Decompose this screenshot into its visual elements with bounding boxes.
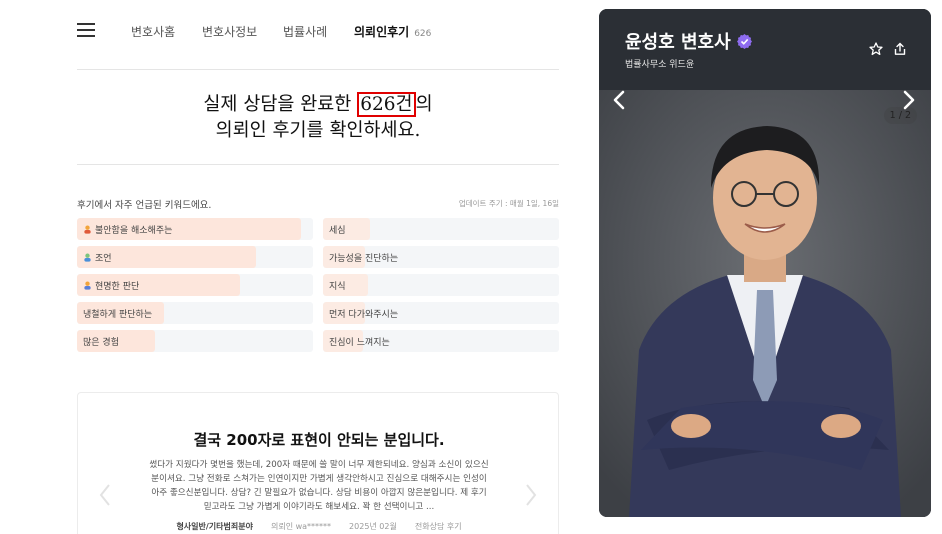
review-date: 2025년 02월 [349,522,397,531]
review-headline: 실제 상담을 완료한 626건 의 의뢰인 후기를 확인하세요. [77,92,559,144]
advisor-person-icon [84,253,91,262]
tab-legal-cases[interactable]: 법률사례 [283,23,327,40]
keyword-label: 불안함을 해소해주는 [83,223,172,236]
keyword-text: 먼저 다가와주시는 [329,310,399,320]
tab-lawyer-info[interactable]: 변호사정보 [202,23,257,40]
keyword-bar[interactable]: 현명한 판단 [77,274,313,296]
keyword-bar[interactable]: 지식 [323,274,559,296]
keyword-text: 많은 경험 [83,338,119,348]
divider [77,69,559,70]
tab-client-reviews[interactable]: 의뢰인후기 626 [354,23,431,40]
tab-label: 의뢰인후기 [354,25,410,39]
lawyer-portrait-image [599,90,931,517]
review-type: 전화상담 후기 [414,522,462,531]
keyword-text: 냉철하게 판단하는 [83,310,153,320]
chevron-left-icon[interactable] [98,483,112,507]
worried-person-icon [84,225,91,234]
keyword-text: 세심 [329,226,346,236]
keywords-title: 후기에서 자주 언급된 키워드에요. [77,200,212,211]
keyword-label: 조언 [83,251,112,264]
keyword-label: 먼저 다가와주시는 [329,307,398,320]
review-category: 형사일반/기타범죄분야 [176,522,253,531]
keyword-text: 지식 [329,282,346,292]
keyword-label: 진심이 느껴지는 [329,335,390,348]
review-body: 썼다가 지웠다가 몇번을 했는데, 200자 때문에 쓸 말이 너무 제한되네요… [149,460,489,512]
keywords-update-info: 업데이트 주기 : 매월 1일, 16일 [458,199,559,208]
keyword-bar[interactable]: 조언 [77,246,313,268]
chevron-left-icon[interactable] [612,90,626,110]
review-title: 결국 200자로 표현이 안되는 분입니다. [193,431,445,449]
headline-line-2: 의뢰인 후기를 확인하세요. [215,120,421,141]
review-card[interactable]: 결국 200자로 표현이 안되는 분입니다. 썼다가 지웠다가 몇번을 했는데,… [77,392,559,534]
review-count-badge: 626 [414,29,432,39]
chevron-right-icon[interactable] [524,483,538,507]
lawyer-profile-panel: 윤성호 변호사 법률사무소 위드윤 1 / 2 [599,9,931,517]
keyword-bar[interactable]: 세심 [323,218,559,240]
headline-line-1: 실제 상담을 완료한 626건 의 [77,92,559,118]
law-firm-name: 법률사무소 위드윤 [625,60,695,70]
keyword-label: 현명한 판단 [83,279,139,292]
review-count-highlight: 626건 [357,92,416,117]
lawyer-name: 윤성호 변호사 [625,28,752,54]
share-icon[interactable] [893,42,907,56]
menu-icon[interactable] [77,23,95,38]
keyword-text: 불안함을 해소해주는 [95,226,173,236]
lawyer-photo[interactable]: 1 / 2 [599,90,931,517]
review-author: 의뢰인 wa****** [270,522,332,531]
keyword-text: 진심이 느껴지는 [329,338,390,348]
keyword-label: 많은 경험 [83,335,119,348]
headline-suffix: 의 [415,94,433,115]
keyword-bar[interactable]: 먼저 다가와주시는 [323,302,559,324]
headline-text: 실제 상담을 완료한 [203,94,358,115]
keyword-label: 세심 [329,223,346,236]
tab-lawyer-home[interactable]: 변호사홈 [131,23,175,40]
keyword-bar[interactable]: 냉철하게 판단하는 [77,302,313,324]
keyword-bar[interactable]: 많은 경험 [77,330,313,352]
verified-badge-icon [736,33,752,49]
main-content: 변호사홈 변호사정보 법률사례 의뢰인후기 626 실제 상담을 완료한 626건… [77,0,559,534]
chevron-right-icon[interactable] [902,90,916,110]
keyword-bar[interactable]: 진심이 느껴지는 [323,330,559,352]
star-icon[interactable] [869,42,883,56]
keyword-label: 지식 [329,279,346,292]
keyword-label: 가능성을 진단하는 [329,251,398,264]
keyword-text: 조언 [95,254,112,264]
divider [77,164,559,165]
keyword-text: 가능성을 진단하는 [329,254,399,264]
wise-person-icon [84,281,91,290]
keyword-bar[interactable]: 불안함을 해소해주는 [77,218,313,240]
profile-header: 윤성호 변호사 법률사무소 위드윤 [599,9,931,90]
top-navigation: 변호사홈 변호사정보 법률사례 의뢰인후기 626 [77,0,559,62]
keyword-bar[interactable]: 가능성을 진단하는 [323,246,559,268]
keyword-text: 현명한 판단 [95,282,140,292]
keyword-label: 냉철하게 판단하는 [83,307,152,320]
lawyer-name-text: 윤성호 변호사 [625,32,731,53]
review-meta: 형사일반/기타범죄분야 의뢰인 wa****** 2025년 02월 전화상담 … [78,521,560,532]
